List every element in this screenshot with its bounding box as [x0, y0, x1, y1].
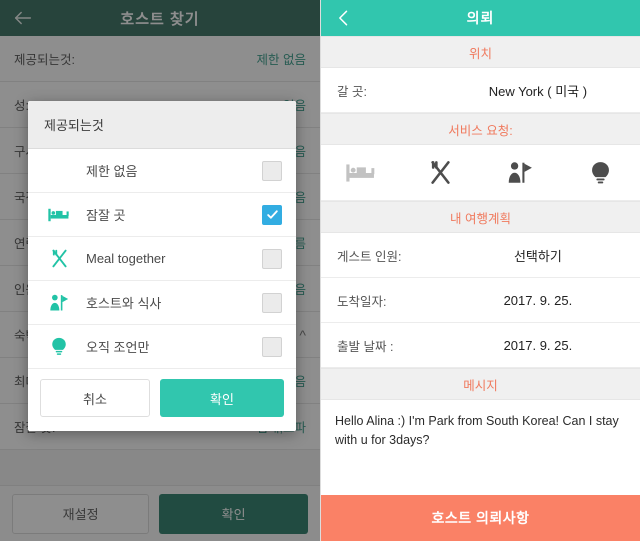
- dialog-option-label: Meal together: [86, 251, 166, 266]
- provided-options-dialog: 제공되는것 제한 없음 잠잘 곳 Meal together 호스트와 식사 오…: [28, 101, 296, 431]
- right-header-title: 의뢰: [466, 10, 495, 26]
- row-value: New York ( 미국 ): [488, 83, 588, 99]
- cutlery-icon[interactable]: [401, 159, 481, 186]
- lightbulb-icon[interactable]: [560, 160, 640, 186]
- service-icons-row: [321, 145, 640, 201]
- row-departure-date[interactable]: 출발 날짜 : 2017. 9. 25.: [321, 323, 640, 368]
- dialog-title: 제공되는것: [28, 101, 296, 149]
- dialog-cancel-button[interactable]: 취소: [40, 379, 150, 417]
- app-screen: 호스트 찾기 제공되는것: 제한 없음 성: 없음 구사 언어: 없음 국적: …: [0, 0, 640, 541]
- dialog-option-advice-only[interactable]: 오직 조언만: [28, 325, 296, 369]
- dialog-option-label: 제한 없음: [86, 164, 138, 179]
- row-destination[interactable]: 갈 곳: New York ( 미국 ): [321, 68, 640, 113]
- dialog-option-label: 호스트와 식사: [86, 296, 162, 311]
- dialog-option-meal-with-host[interactable]: 호스트와 식사: [28, 281, 296, 325]
- row-value: 2017. 9. 25.: [503, 292, 573, 308]
- cutlery-icon: [44, 247, 74, 271]
- section-service-request: 서비스 요청:: [321, 113, 640, 145]
- row-label: 출발 날짜 :: [337, 339, 394, 354]
- row-value: 선택하기: [513, 248, 562, 264]
- lightbulb-icon: [44, 335, 74, 359]
- dialog-option-label: 오직 조언만: [86, 340, 150, 355]
- row-arrival-date[interactable]: 도착일자: 2017. 9. 25.: [321, 278, 640, 323]
- chevron-left-icon[interactable]: [333, 7, 355, 29]
- dialog-option-no-limit[interactable]: 제한 없음: [28, 149, 296, 193]
- dialog-confirm-button[interactable]: 확인: [159, 379, 284, 417]
- section-location: 위치: [321, 36, 640, 68]
- section-my-travel-plan: 내 여행계획: [321, 201, 640, 233]
- row-label: 갈 곳:: [337, 84, 367, 99]
- person-flag-icon: [44, 291, 74, 315]
- section-message: 메시지: [321, 368, 640, 400]
- row-guest-count[interactable]: 게스트 인원: 선택하기: [321, 233, 640, 278]
- checkbox-unchecked[interactable]: [262, 336, 282, 357]
- submit-host-request-button[interactable]: 호스트 의뢰사항: [321, 495, 640, 541]
- bed-icon[interactable]: [321, 162, 401, 184]
- dialog-footer: 취소 확인: [28, 369, 296, 431]
- checkbox-unchecked[interactable]: [262, 160, 282, 181]
- right-panel-request: 의뢰 위치 갈 곳: New York ( 미국 ) 서비스 요청: 내 여행계…: [320, 0, 640, 541]
- right-header: 의뢰: [321, 0, 640, 36]
- bed-icon: [44, 203, 74, 227]
- checkbox-unchecked[interactable]: [262, 292, 282, 313]
- row-value: 2017. 9. 25.: [503, 337, 573, 353]
- dialog-option-sleeping-place[interactable]: 잠잘 곳: [28, 193, 296, 237]
- left-panel-host-search: 호스트 찾기 제공되는것: 제한 없음 성: 없음 구사 언어: 없음 국적: …: [0, 0, 320, 541]
- row-label: 도착일자:: [337, 294, 387, 309]
- checkbox-unchecked[interactable]: [262, 248, 282, 269]
- person-flag-icon[interactable]: [481, 160, 561, 186]
- dialog-option-meal-together[interactable]: Meal together: [28, 237, 296, 281]
- checkbox-checked[interactable]: [262, 204, 282, 225]
- row-label: 게스트 인원:: [337, 249, 402, 264]
- dialog-option-label: 잠잘 곳: [86, 208, 126, 223]
